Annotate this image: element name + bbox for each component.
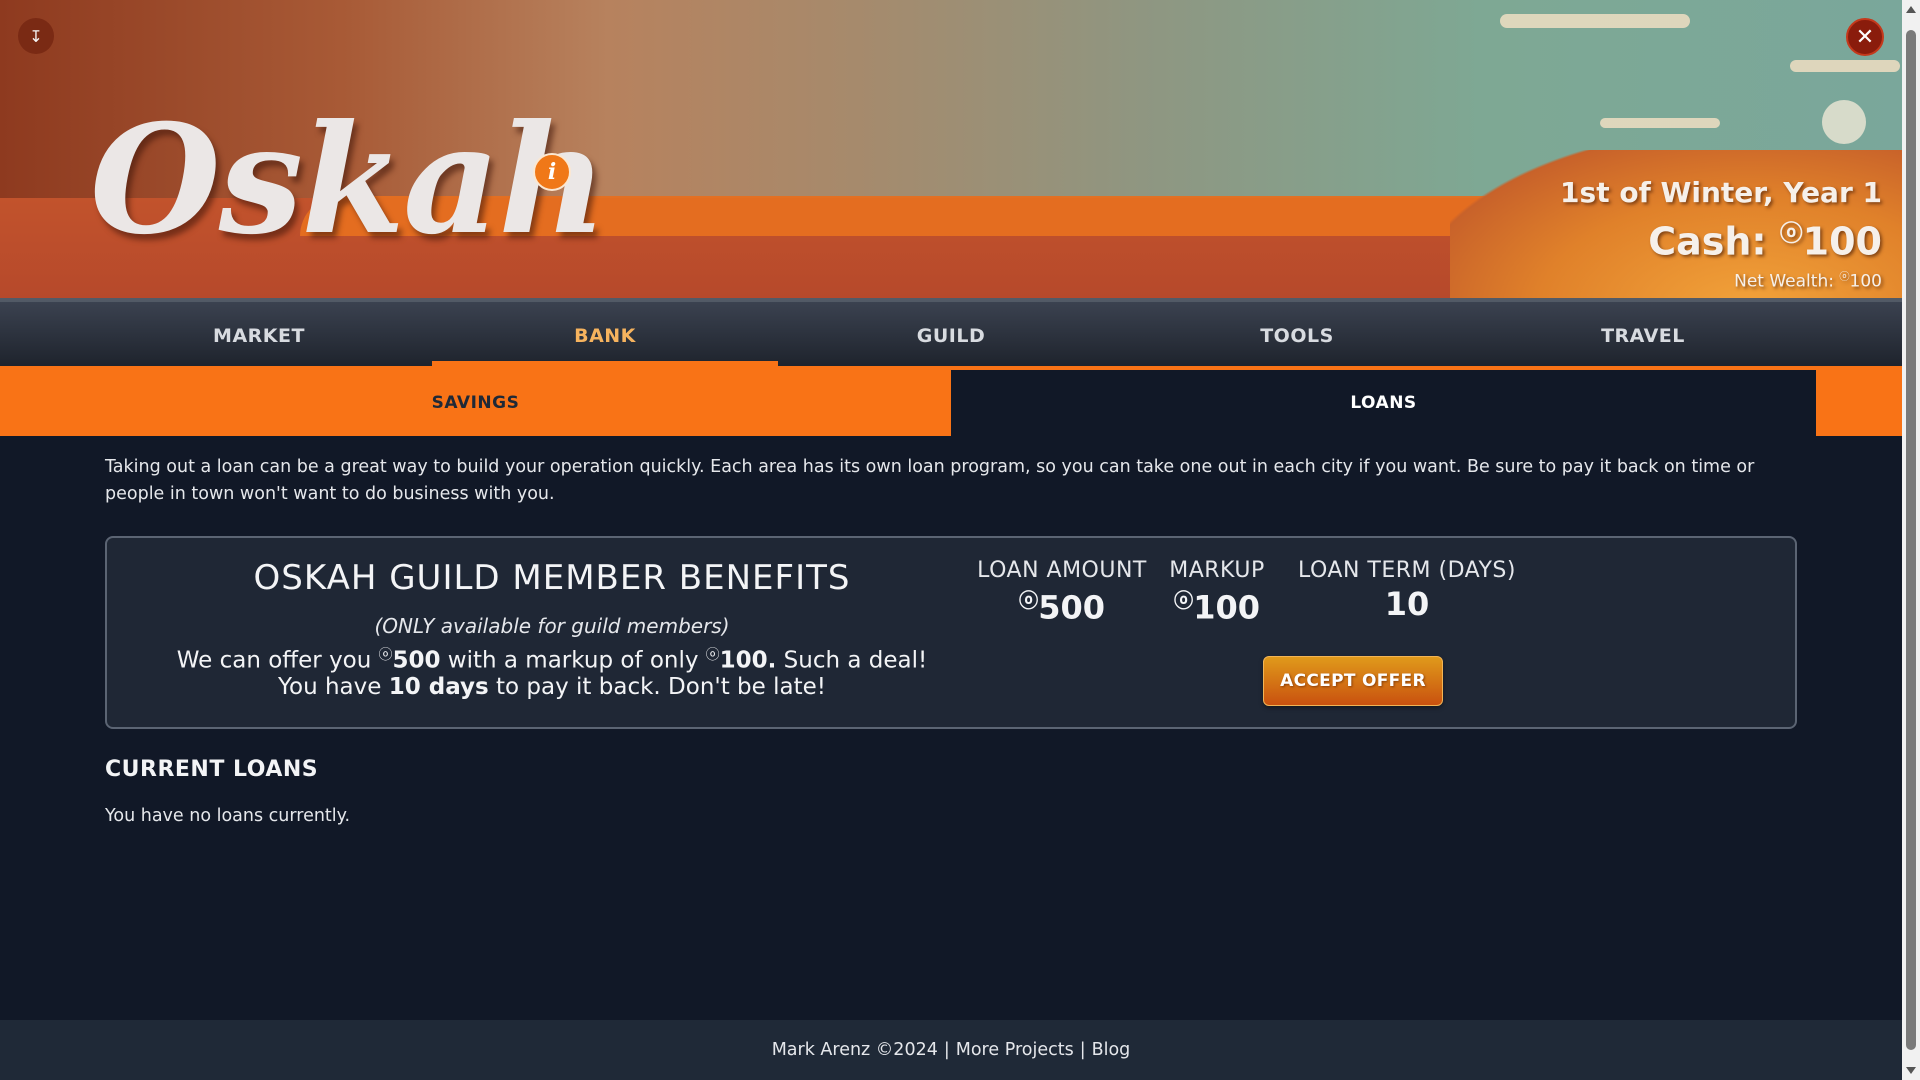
page-scrollbar[interactable]	[1902, 0, 1920, 1080]
banner-cloud	[1790, 60, 1900, 72]
footer: Mark Arenz ©2024 | More Projects | Blog	[0, 1020, 1902, 1080]
close-button[interactable]: ✕	[1846, 18, 1884, 56]
loan-term-stat: LOAN TERM (DAYS) 10	[1292, 558, 1522, 623]
coin-icon: ⓞ	[1019, 589, 1039, 612]
loan-amount-label: LOAN AMOUNT	[977, 558, 1147, 583]
subtab-savings[interactable]: SAVINGS	[0, 370, 951, 436]
more-projects-link[interactable]: More Projects	[956, 1040, 1074, 1060]
footer-copyright: Mark Arenz ©2024	[771, 1040, 938, 1060]
download-icon: ↧	[29, 26, 43, 46]
footer-separator: |	[1079, 1040, 1086, 1060]
banner-cloud	[1600, 118, 1720, 128]
coin-icon: ⓞ	[705, 647, 720, 663]
close-icon: ✕	[1855, 24, 1875, 50]
markup-stat: MARKUP ⓞ100	[1157, 558, 1277, 627]
tab-travel[interactable]: TRAVEL	[1470, 302, 1816, 369]
coin-icon: ⓞ	[378, 647, 393, 663]
cash-value: 100	[1802, 219, 1882, 264]
footer-separator: |	[943, 1040, 950, 1060]
header-banner: ↧ Oskah i ✕ 1st of Winter, Year 1 Cash: …	[0, 0, 1902, 298]
banner-cloud	[1500, 14, 1690, 28]
cash-display: Cash: ⓞ100	[1560, 211, 1882, 265]
markup-value: ⓞ100	[1174, 588, 1260, 627]
info-icon[interactable]: i	[533, 153, 571, 191]
tab-tools[interactable]: TOOLS	[1124, 302, 1470, 369]
loan-offer-card: OSKAH GUILD MEMBER BENEFITS (ONLY availa…	[105, 536, 1797, 729]
tab-guild[interactable]: GUILD	[778, 302, 1124, 369]
bank-subnav: SAVINGS LOANS	[0, 370, 1902, 436]
cash-label: Cash:	[1648, 219, 1767, 264]
markup-label: MARKUP	[1169, 558, 1265, 583]
scroll-up-icon[interactable]	[1906, 6, 1916, 13]
loan-term-label: LOAN TERM (DAYS)	[1298, 558, 1516, 583]
net-wealth: Net Wealth: ⓞ100	[1560, 265, 1882, 295]
scroll-down-icon[interactable]	[1906, 1067, 1916, 1074]
coin-icon: ⓞ	[1174, 589, 1194, 612]
blog-link[interactable]: Blog	[1092, 1040, 1131, 1060]
offer-title: OSKAH GUILD MEMBER BENEFITS	[253, 558, 851, 598]
loan-amount-value: ⓞ500	[1019, 588, 1105, 627]
player-status: 1st of Winter, Year 1 Cash: ⓞ100 Net Wea…	[1560, 175, 1882, 294]
scrollbar-thumb[interactable]	[1906, 30, 1916, 1050]
game-date: 1st of Winter, Year 1	[1560, 176, 1882, 209]
app-logo: Oskah	[90, 92, 607, 268]
loan-term-value: 10	[1384, 585, 1430, 623]
subtab-loans[interactable]: LOANS	[951, 370, 1816, 436]
loan-amount-stat: LOAN AMOUNT ⓞ500	[962, 558, 1162, 627]
accept-offer-button[interactable]: ACCEPT OFFER	[1263, 656, 1443, 706]
tab-market[interactable]: MARKET	[86, 302, 432, 369]
net-wealth-label: Net Wealth:	[1734, 271, 1834, 292]
download-button[interactable]: ↧	[18, 18, 54, 54]
main-nav: MARKET BANK GUILD TOOLS TRAVEL	[0, 298, 1902, 369]
current-loans-empty: You have no loans currently.	[105, 806, 351, 826]
offer-subtitle: (ONLY available for guild members)	[374, 614, 730, 638]
current-loans-heading: CURRENT LOANS	[105, 757, 319, 782]
net-wealth-value: 100	[1849, 271, 1882, 292]
offer-description: We can offer you ⓞ500 with a markup of o…	[176, 647, 928, 674]
banner-sun	[1822, 100, 1866, 144]
offer-terms: You have 10 days to pay it back. Don't b…	[278, 674, 826, 700]
loans-intro: Taking out a loan can be a great way to …	[105, 457, 1755, 504]
coin-icon: ⓞ	[1779, 221, 1803, 247]
tab-bank[interactable]: BANK	[432, 302, 778, 369]
coin-icon: ⓞ	[1839, 271, 1850, 283]
